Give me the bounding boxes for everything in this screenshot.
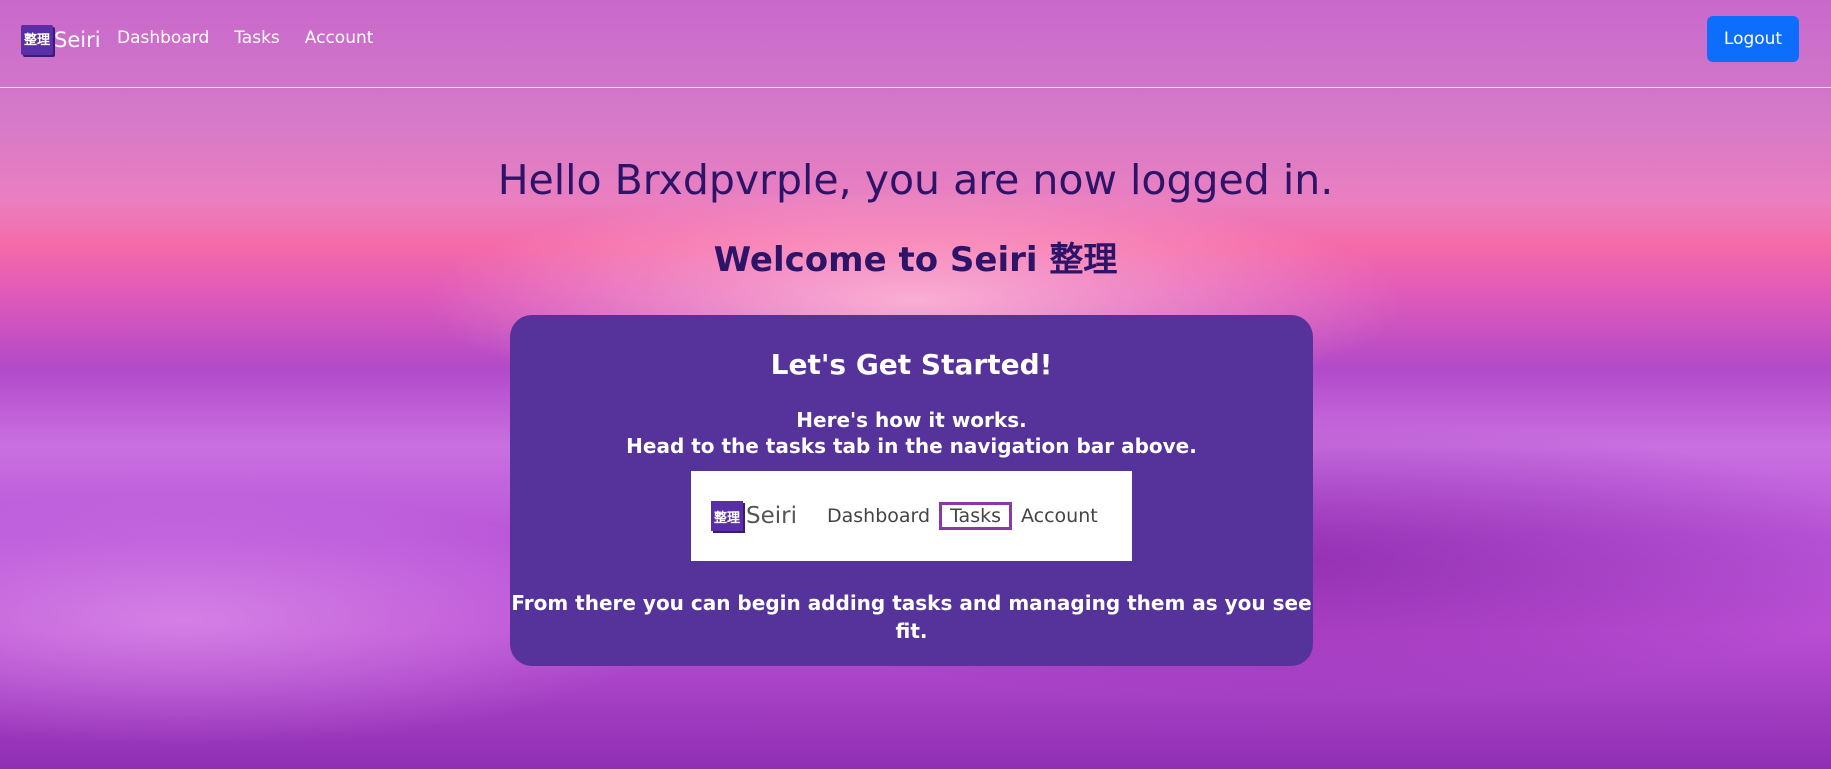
preview-nav-links: Dashboard Tasks Account	[827, 502, 1107, 530]
brand-name: Seiri	[54, 28, 101, 52]
preview-nav-tasks-highlighted: Tasks	[939, 502, 1012, 530]
nav-link-account[interactable]: Account	[301, 28, 378, 48]
card-instruction-text: Head to the tasks tab in the navigation …	[626, 434, 1197, 458]
top-navbar: 整理 Seiri Dashboard Tasks Account Logout	[0, 0, 1831, 88]
preview-logo-icon: 整理	[711, 501, 743, 531]
nav-link-dashboard[interactable]: Dashboard	[113, 28, 213, 48]
seiri-logo-icon: 整理	[21, 25, 53, 55]
card-intro-text: Here's how it works.	[796, 408, 1027, 432]
nav-link-tasks[interactable]: Tasks	[230, 28, 284, 48]
preview-brand-name: Seiri	[746, 503, 797, 529]
welcome-subtitle: Welcome to Seiri 整理	[713, 240, 1118, 280]
preview-nav-dashboard: Dashboard	[827, 505, 931, 527]
card-heading: Let's Get Started!	[770, 348, 1053, 381]
getting-started-card: Let's Get Started! Here's how it works. …	[510, 315, 1313, 666]
greeting-title: Hello Brxdpvrple, you are now logged in.	[497, 156, 1334, 204]
navbar-preview-image: 整理 Seiri Dashboard Tasks Account	[691, 471, 1132, 561]
brand-link[interactable]: 整理 Seiri	[21, 24, 101, 56]
card-footer-text: From there you can begin adding tasks an…	[511, 591, 1312, 643]
nav-links: Dashboard Tasks Account	[113, 28, 394, 48]
preview-nav-account: Account	[1021, 505, 1098, 527]
logout-button[interactable]: Logout	[1707, 16, 1799, 62]
